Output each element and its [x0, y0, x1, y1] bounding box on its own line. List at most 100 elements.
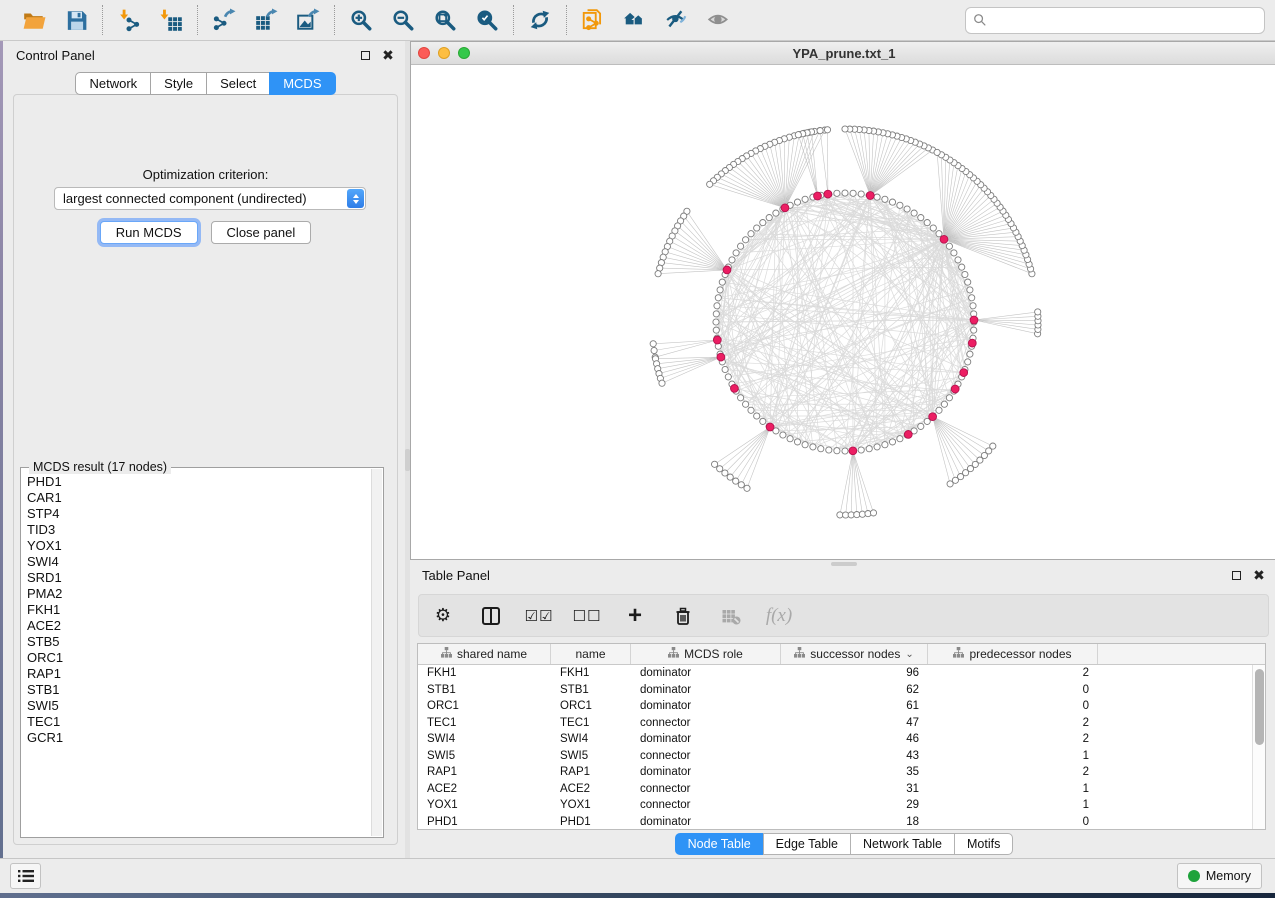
open-folder-icon[interactable]: [20, 6, 48, 34]
zoom-in-icon[interactable]: [347, 6, 375, 34]
mcds-result-list[interactable]: PHD1CAR1STP4TID3YOX1SWI4SRD1PMA2FKH1ACE2…: [27, 474, 371, 835]
import-network-icon[interactable]: [115, 6, 143, 34]
columns-icon[interactable]: [479, 604, 503, 628]
save-icon[interactable]: [62, 6, 90, 34]
mcds-list-scrollbar[interactable]: [371, 469, 382, 836]
column-header-MCDS-role[interactable]: MCDS role: [631, 644, 781, 664]
zoom-out-icon[interactable]: [389, 6, 417, 34]
mcds-hub-node[interactable]: [713, 336, 721, 344]
mcds-result-item[interactable]: STB1: [27, 682, 371, 698]
tab-network[interactable]: Network: [75, 72, 151, 95]
table-close-panel-icon[interactable]: ✖: [1252, 568, 1266, 582]
memory-status-icon: [1188, 870, 1200, 882]
mcds-hub-node[interactable]: [929, 413, 937, 421]
import-table-icon[interactable]: [157, 6, 185, 34]
add-icon[interactable]: +: [623, 604, 647, 628]
mcds-result-item[interactable]: PMA2: [27, 586, 371, 602]
network-graph[interactable]: [411, 65, 1275, 559]
mcds-result-item[interactable]: FKH1: [27, 602, 371, 618]
tab-mcds[interactable]: MCDS: [269, 72, 335, 95]
mcds-hub-node[interactable]: [731, 385, 739, 393]
export-table-icon[interactable]: [252, 6, 280, 34]
mcds-hub-node[interactable]: [723, 266, 731, 274]
mcds-hub-node[interactable]: [968, 339, 976, 347]
cell-name: ACE2: [551, 783, 631, 795]
task-history-button[interactable]: [10, 863, 41, 889]
table-row[interactable]: YOX1YOX1connector291: [418, 797, 1252, 814]
mcds-hub-node[interactable]: [814, 192, 822, 200]
mcds-hub-node[interactable]: [849, 447, 857, 455]
table-row[interactable]: FKH1FKH1dominator962: [418, 665, 1252, 682]
table-scrollbar-thumb[interactable]: [1255, 669, 1264, 745]
run-mcds-button[interactable]: Run MCDS: [100, 221, 198, 244]
delete-icon[interactable]: [671, 604, 695, 628]
table-row[interactable]: ACE2ACE2connector311: [418, 781, 1252, 798]
mcds-hub-node[interactable]: [940, 235, 948, 243]
export-network-icon[interactable]: [210, 6, 238, 34]
table-row[interactable]: ORC1ORC1dominator610: [418, 698, 1252, 715]
close-panel-icon[interactable]: ✖: [381, 48, 395, 62]
zoom-selected-icon[interactable]: [473, 6, 501, 34]
tab-motifs[interactable]: Motifs: [954, 833, 1013, 855]
export-image-icon[interactable]: [294, 6, 322, 34]
table-row[interactable]: RAP1RAP1dominator352: [418, 764, 1252, 781]
deselect-all-icon[interactable]: ☐☐: [575, 604, 599, 628]
mcds-result-item[interactable]: RAP1: [27, 666, 371, 682]
close-panel-button[interactable]: Close panel: [211, 221, 312, 244]
mcds-hub-node[interactable]: [960, 369, 968, 377]
mcds-result-item[interactable]: STP4: [27, 506, 371, 522]
mcds-result-item[interactable]: ORC1: [27, 650, 371, 666]
refresh-icon[interactable]: [526, 6, 554, 34]
hide-selected-icon[interactable]: [663, 6, 691, 34]
table-panel-resize-grip[interactable]: [831, 562, 857, 566]
first-neighbors-icon[interactable]: [621, 6, 649, 34]
mcds-hub-node[interactable]: [904, 431, 912, 439]
zoom-fit-icon[interactable]: [431, 6, 459, 34]
table-row[interactable]: TEC1TEC1connector472: [418, 715, 1252, 732]
mcds-result-item[interactable]: YOX1: [27, 538, 371, 554]
search-box[interactable]: [965, 7, 1265, 34]
mcds-result-item[interactable]: TID3: [27, 522, 371, 538]
mcds-result-item[interactable]: SRD1: [27, 570, 371, 586]
mcds-result-item[interactable]: ACE2: [27, 618, 371, 634]
search-input[interactable]: [992, 13, 1257, 27]
table-scrollbar[interactable]: [1252, 665, 1265, 829]
mcds-hub-node[interactable]: [766, 423, 774, 431]
mcds-result-item[interactable]: PHD1: [27, 474, 371, 490]
mcds-result-item[interactable]: STB5: [27, 634, 371, 650]
mcds-result-item[interactable]: GCR1: [27, 730, 371, 746]
mcds-result-item[interactable]: SWI5: [27, 698, 371, 714]
table-float-panel-icon[interactable]: [1229, 568, 1243, 582]
mcds-result-item[interactable]: TEC1: [27, 714, 371, 730]
mcds-result-item[interactable]: SWI4: [27, 554, 371, 570]
optimization-criterion-dropdown[interactable]: largest connected component (undirected): [54, 187, 366, 210]
mcds-result-item[interactable]: CAR1: [27, 490, 371, 506]
network-window-titlebar[interactable]: YPA_prune.txt_1: [411, 42, 1275, 65]
new-network-from-selection-icon[interactable]: [579, 6, 607, 34]
table-row[interactable]: SWI4SWI4dominator462: [418, 731, 1252, 748]
gear-icon[interactable]: ⚙: [431, 604, 455, 628]
column-header-name[interactable]: name: [551, 644, 631, 664]
mcds-hub-node[interactable]: [781, 204, 789, 212]
column-header-successor-nodes[interactable]: successor nodes⌄: [781, 644, 928, 664]
tab-select[interactable]: Select: [206, 72, 270, 95]
table-row[interactable]: STB1STB1dominator620: [418, 682, 1252, 699]
memory-button[interactable]: Memory: [1177, 863, 1262, 889]
show-hidden-icon[interactable]: [705, 6, 733, 34]
tab-node-table[interactable]: Node Table: [675, 833, 764, 855]
tab-style[interactable]: Style: [150, 72, 207, 95]
table-row[interactable]: SWI5SWI5connector431: [418, 748, 1252, 765]
mcds-hub-node[interactable]: [970, 316, 978, 324]
select-all-icon[interactable]: ☑☑: [527, 604, 551, 628]
float-panel-icon[interactable]: [358, 48, 372, 62]
table-row[interactable]: PHD1PHD1dominator180: [418, 814, 1252, 830]
column-header-shared-name[interactable]: shared name: [418, 644, 551, 664]
mcds-hub-node[interactable]: [824, 190, 832, 198]
column-header-predecessor-nodes[interactable]: predecessor nodes: [928, 644, 1098, 664]
network-canvas[interactable]: [411, 65, 1275, 559]
mcds-hub-node[interactable]: [717, 353, 725, 361]
mcds-hub-node[interactable]: [951, 385, 959, 393]
mcds-hub-node[interactable]: [866, 192, 874, 200]
tab-network-table[interactable]: Network Table: [850, 833, 955, 855]
tab-edge-table[interactable]: Edge Table: [763, 833, 851, 855]
